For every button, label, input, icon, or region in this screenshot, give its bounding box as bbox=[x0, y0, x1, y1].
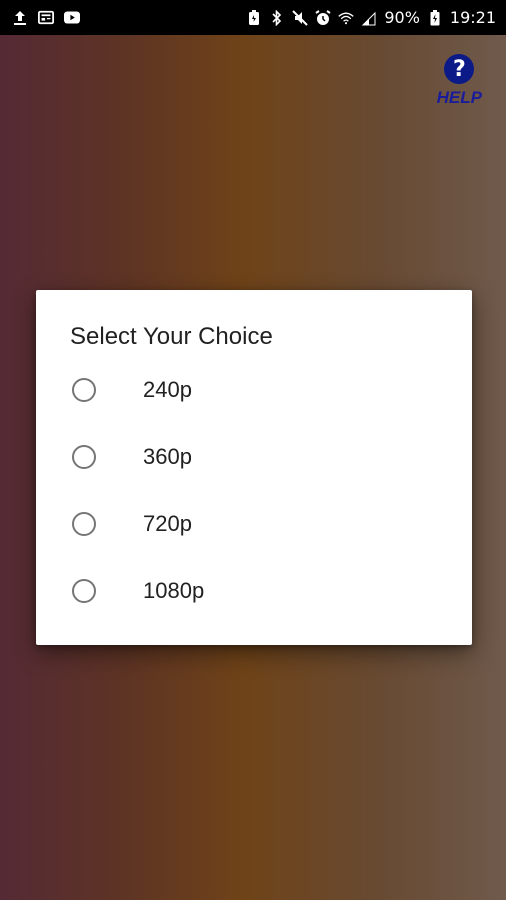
option-720p[interactable]: 720p bbox=[36, 490, 472, 557]
battery-icon bbox=[427, 9, 443, 26]
radio-button-720p[interactable] bbox=[72, 511, 96, 536]
radio-button-240p[interactable] bbox=[72, 377, 96, 402]
youtube-icon bbox=[64, 10, 80, 26]
option-label: 360p bbox=[143, 443, 192, 469]
radio-button-360p[interactable] bbox=[72, 444, 96, 469]
option-label: 1080p bbox=[143, 577, 205, 603]
app-screen: 90% 19:21 ? HELP Select Your Choice 240p… bbox=[0, 0, 506, 900]
signal-icon bbox=[361, 10, 377, 26]
option-label: 240p bbox=[143, 376, 192, 402]
bluetooth-icon bbox=[269, 9, 285, 26]
status-bar: 90% 19:21 bbox=[0, 0, 506, 35]
help-label: HELP bbox=[436, 88, 482, 107]
news-icon bbox=[38, 10, 54, 26]
status-bar-left bbox=[12, 10, 80, 26]
alarm-icon bbox=[315, 9, 331, 26]
option-1080p[interactable]: 1080p bbox=[36, 557, 472, 624]
question-mark-icon: ? bbox=[444, 54, 475, 84]
battery-percent: 90% bbox=[384, 8, 420, 27]
option-360p[interactable]: 360p bbox=[36, 423, 472, 490]
choice-dialog: Select Your Choice 240p 360p 720p 1080p bbox=[36, 290, 472, 645]
option-label: 720p bbox=[143, 510, 192, 536]
dialog-title: Select Your Choice bbox=[70, 323, 273, 350]
option-240p[interactable]: 240p bbox=[36, 356, 472, 423]
clock: 19:21 bbox=[449, 8, 496, 27]
mute-icon bbox=[292, 9, 309, 26]
radio-button-1080p[interactable] bbox=[72, 578, 96, 603]
status-bar-right: 90% 19:21 bbox=[246, 8, 496, 27]
wifi-icon bbox=[338, 10, 354, 26]
help-button[interactable]: ? HELP bbox=[437, 54, 482, 108]
upload-icon bbox=[12, 10, 28, 26]
battery-saver-icon bbox=[246, 9, 262, 26]
